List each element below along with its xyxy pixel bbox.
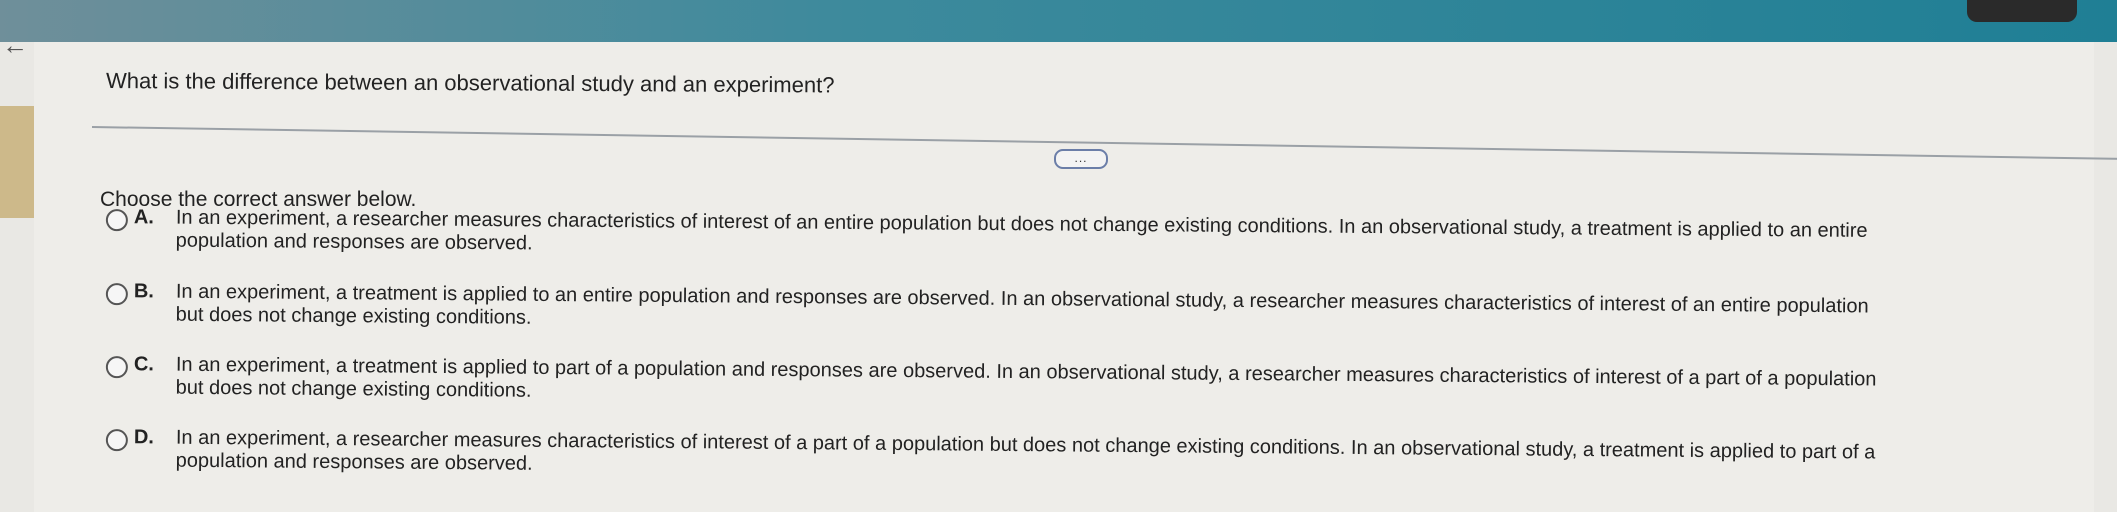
option-text: In an experiment, a researcher measures … <box>176 427 2096 490</box>
side-tab[interactable] <box>0 106 34 218</box>
radio-button[interactable] <box>105 283 128 306</box>
header-button[interactable] <box>1967 0 2077 22</box>
option-letter: D. <box>133 426 154 449</box>
option-text: In an experiment, a researcher measures … <box>176 207 2096 268</box>
option-letter: B. <box>133 280 154 303</box>
option-letter: C. <box>133 353 154 376</box>
question-text: What is the difference between an observ… <box>105 68 835 98</box>
option-text: In an experiment, a treatment is applied… <box>176 281 2096 344</box>
radio-button[interactable] <box>105 209 128 232</box>
option-letter: A. <box>133 206 154 229</box>
option-text: In an experiment, a treatment is applied… <box>176 354 2096 417</box>
option-a[interactable]: A. In an experiment, a researcher measur… <box>100 206 2090 254</box>
radio-button[interactable] <box>105 429 128 452</box>
left-arrow-icon[interactable]: ← <box>2 32 28 58</box>
top-header-bar <box>0 0 2117 42</box>
option-b[interactable]: B. In an experiment, a treatment is appl… <box>100 280 2090 329</box>
option-c[interactable]: C. In an experiment, a treatment is appl… <box>100 353 2090 402</box>
option-d[interactable]: D. In an experiment, a researcher measur… <box>100 426 2090 475</box>
radio-button[interactable] <box>105 356 128 379</box>
more-button[interactable]: ... <box>1054 149 1108 169</box>
question-panel: What is the difference between an observ… <box>34 42 2117 512</box>
